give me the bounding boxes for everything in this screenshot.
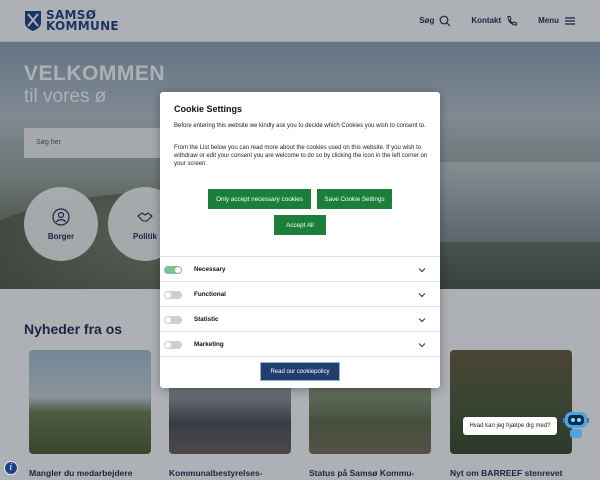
necessary-toggle[interactable]: [164, 265, 182, 274]
functional-toggle[interactable]: [164, 290, 182, 299]
dialog-detail-text: From the List below you can read more ab…: [174, 145, 428, 167]
cookie-policy-button[interactable]: Read our cookiepolicy: [260, 362, 340, 381]
dialog-title: Cookie Settings: [174, 104, 243, 114]
save-settings-button[interactable]: Save Cookie Settings: [317, 189, 392, 209]
cookie-category-functional[interactable]: Functional: [160, 282, 440, 307]
divider: [160, 356, 440, 357]
category-label: Functional: [194, 291, 226, 298]
accept-all-button[interactable]: Accept All: [274, 215, 326, 235]
chatbot-robot-icon[interactable]: [562, 408, 590, 442]
chevron-down-icon[interactable]: [418, 341, 426, 349]
category-label: Marketing: [194, 341, 224, 348]
cookie-category-necessary[interactable]: Necessary: [160, 257, 440, 282]
statistic-toggle[interactable]: [164, 315, 182, 324]
marketing-toggle[interactable]: [164, 340, 182, 349]
category-label: Statistic: [194, 316, 219, 323]
only-necessary-button[interactable]: Only accept necessary cookies: [208, 189, 311, 209]
category-label: Necessary: [194, 266, 226, 273]
chevron-down-icon[interactable]: [418, 316, 426, 324]
chevron-down-icon[interactable]: [418, 291, 426, 299]
chat-prompt-bubble[interactable]: Hvad kan jeg hjælpe dig med?: [463, 417, 557, 435]
cookie-info-icon[interactable]: i: [4, 461, 18, 475]
cookie-settings-dialog: Cookie Settings Before entering this web…: [160, 92, 440, 388]
cookie-category-marketing[interactable]: Marketing: [160, 332, 440, 357]
cookie-category-statistic[interactable]: Statistic: [160, 307, 440, 332]
dialog-intro-text: Before entering this website we kindly a…: [174, 123, 426, 129]
chevron-down-icon[interactable]: [418, 266, 426, 274]
